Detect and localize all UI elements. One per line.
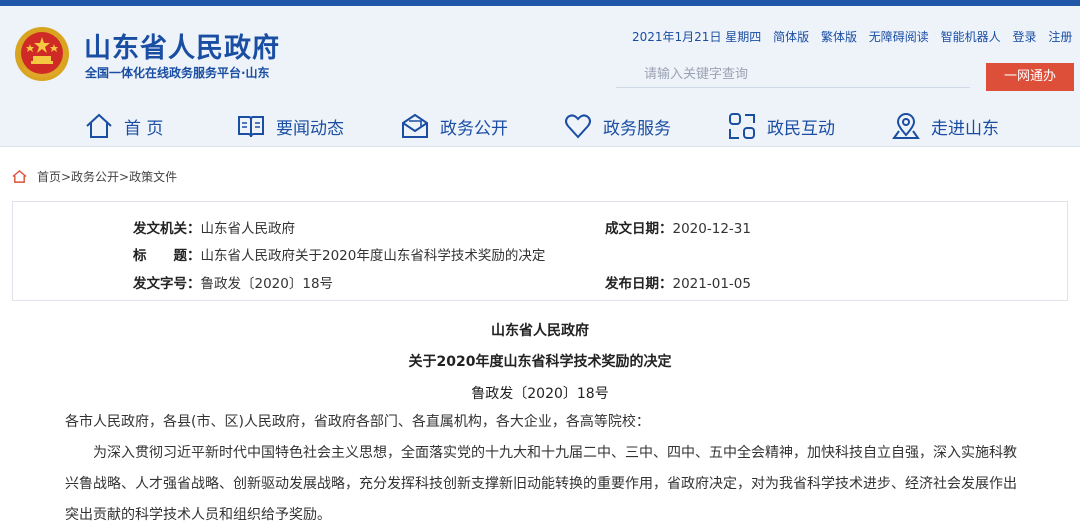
login-link[interactable]: 登录 bbox=[1012, 30, 1036, 44]
nav-item-interaction[interactable]: 政民互动 bbox=[727, 110, 835, 142]
site-header: 山东省人民政府 全国一体化在线政务服务平台·山东 2021年1月21日 星期四 … bbox=[0, 6, 1080, 147]
doc-salutation: 各市人民政府，各县(市、区)人民政府，省政府各部门、各直属机构，各大企业，各高等… bbox=[65, 414, 650, 430]
doc-body: 为深入贯彻习近平新时代中国特色社会主义思想，全面落实党的十九大和十九届二中、三中… bbox=[65, 445, 1017, 523]
current-date: 2021年1月21日 星期四 bbox=[632, 30, 762, 44]
meta-title: 标 题：山东省人民政府关于2020年度山东省科学技术奖励的决定 bbox=[133, 244, 545, 264]
doc-title: 关于2020年度山东省科学技术奖励的决定 bbox=[408, 354, 672, 370]
nav-label: 要闻动态 bbox=[276, 118, 344, 139]
robot-link[interactable]: 智能机器人 bbox=[941, 30, 1001, 44]
doc-number: 鲁政发〔2020〕18号 bbox=[471, 386, 609, 402]
simplified-link[interactable]: 简体版 bbox=[773, 30, 809, 44]
location-icon bbox=[892, 113, 920, 139]
document-meta: 发文机关：山东省人民政府 成文日期：2020-12-31 标 题：山东省人民政府… bbox=[12, 201, 1068, 301]
meta-date-value: 2020-12-31 bbox=[672, 221, 751, 237]
heart-icon bbox=[565, 114, 591, 139]
one-stop-service-button[interactable]: 一网通办 bbox=[986, 63, 1074, 91]
meta-publish: 发布日期：2021-01-05 bbox=[605, 272, 751, 292]
meta-title-value: 山东省人民政府关于2020年度山东省科学技术奖励的决定 bbox=[200, 248, 546, 264]
meta-issuer-value: 山东省人民政府 bbox=[200, 221, 296, 237]
national-emblem-icon bbox=[15, 27, 69, 81]
nav-item-home[interactable]: 首 页 bbox=[84, 110, 163, 142]
home-icon bbox=[86, 113, 112, 138]
meta-publish-key: 发布日期： bbox=[605, 276, 673, 292]
breadcrumb-path[interactable]: 首页>政务公开>政策文件 bbox=[37, 168, 177, 185]
accessibility-link[interactable]: 无障碍阅读 bbox=[869, 30, 929, 44]
nav-label: 首 页 bbox=[124, 118, 164, 139]
breadcrumb: 首页>政务公开>政策文件 bbox=[12, 168, 177, 185]
meta-number-value: 鲁政发〔2020〕18号 bbox=[200, 276, 334, 292]
nav-label: 政民互动 bbox=[767, 118, 835, 139]
nav-label: 政务服务 bbox=[603, 118, 671, 139]
meta-number-key: 发文字号： bbox=[133, 276, 201, 292]
main-nav: 首 页 要闻动态 政务公开 政务服务 政民互动 走进山东 bbox=[0, 102, 1080, 150]
meta-number: 发文字号：鲁政发〔2020〕18号 bbox=[133, 272, 333, 292]
meta-date: 成文日期：2020-12-31 bbox=[605, 217, 751, 237]
register-link[interactable]: 注册 bbox=[1048, 30, 1072, 44]
mail-icon bbox=[402, 113, 428, 138]
nav-item-services[interactable]: 政务服务 bbox=[563, 110, 671, 142]
nav-label: 走进山东 bbox=[931, 118, 999, 139]
search-input[interactable] bbox=[616, 62, 970, 88]
nav-label: 政务公开 bbox=[440, 118, 508, 139]
meta-date-key: 成文日期： bbox=[605, 221, 673, 237]
interact-icon bbox=[729, 113, 755, 139]
home-icon bbox=[12, 169, 27, 183]
site-subtitle[interactable]: 全国一体化在线政务服务平台·山东 bbox=[85, 64, 270, 81]
book-icon bbox=[238, 116, 264, 138]
utility-links: 2021年1月21日 星期四 简体版 繁体版 无障碍阅读 智能机器人 登录 注册 bbox=[632, 28, 1072, 45]
meta-issuer-key: 发文机关： bbox=[133, 221, 201, 237]
nav-item-about-shandong[interactable]: 走进山东 bbox=[891, 110, 999, 142]
nav-item-open-government[interactable]: 政务公开 bbox=[400, 110, 508, 142]
meta-title-key: 标 题： bbox=[133, 248, 201, 264]
site-title[interactable]: 山东省人民政府 bbox=[84, 26, 280, 65]
nav-item-news[interactable]: 要闻动态 bbox=[236, 110, 344, 142]
meta-publish-value: 2021-01-05 bbox=[672, 276, 751, 292]
traditional-link[interactable]: 繁体版 bbox=[821, 30, 857, 44]
doc-org: 山东省人民政府 bbox=[491, 323, 589, 339]
meta-issuer: 发文机关：山东省人民政府 bbox=[133, 217, 295, 237]
